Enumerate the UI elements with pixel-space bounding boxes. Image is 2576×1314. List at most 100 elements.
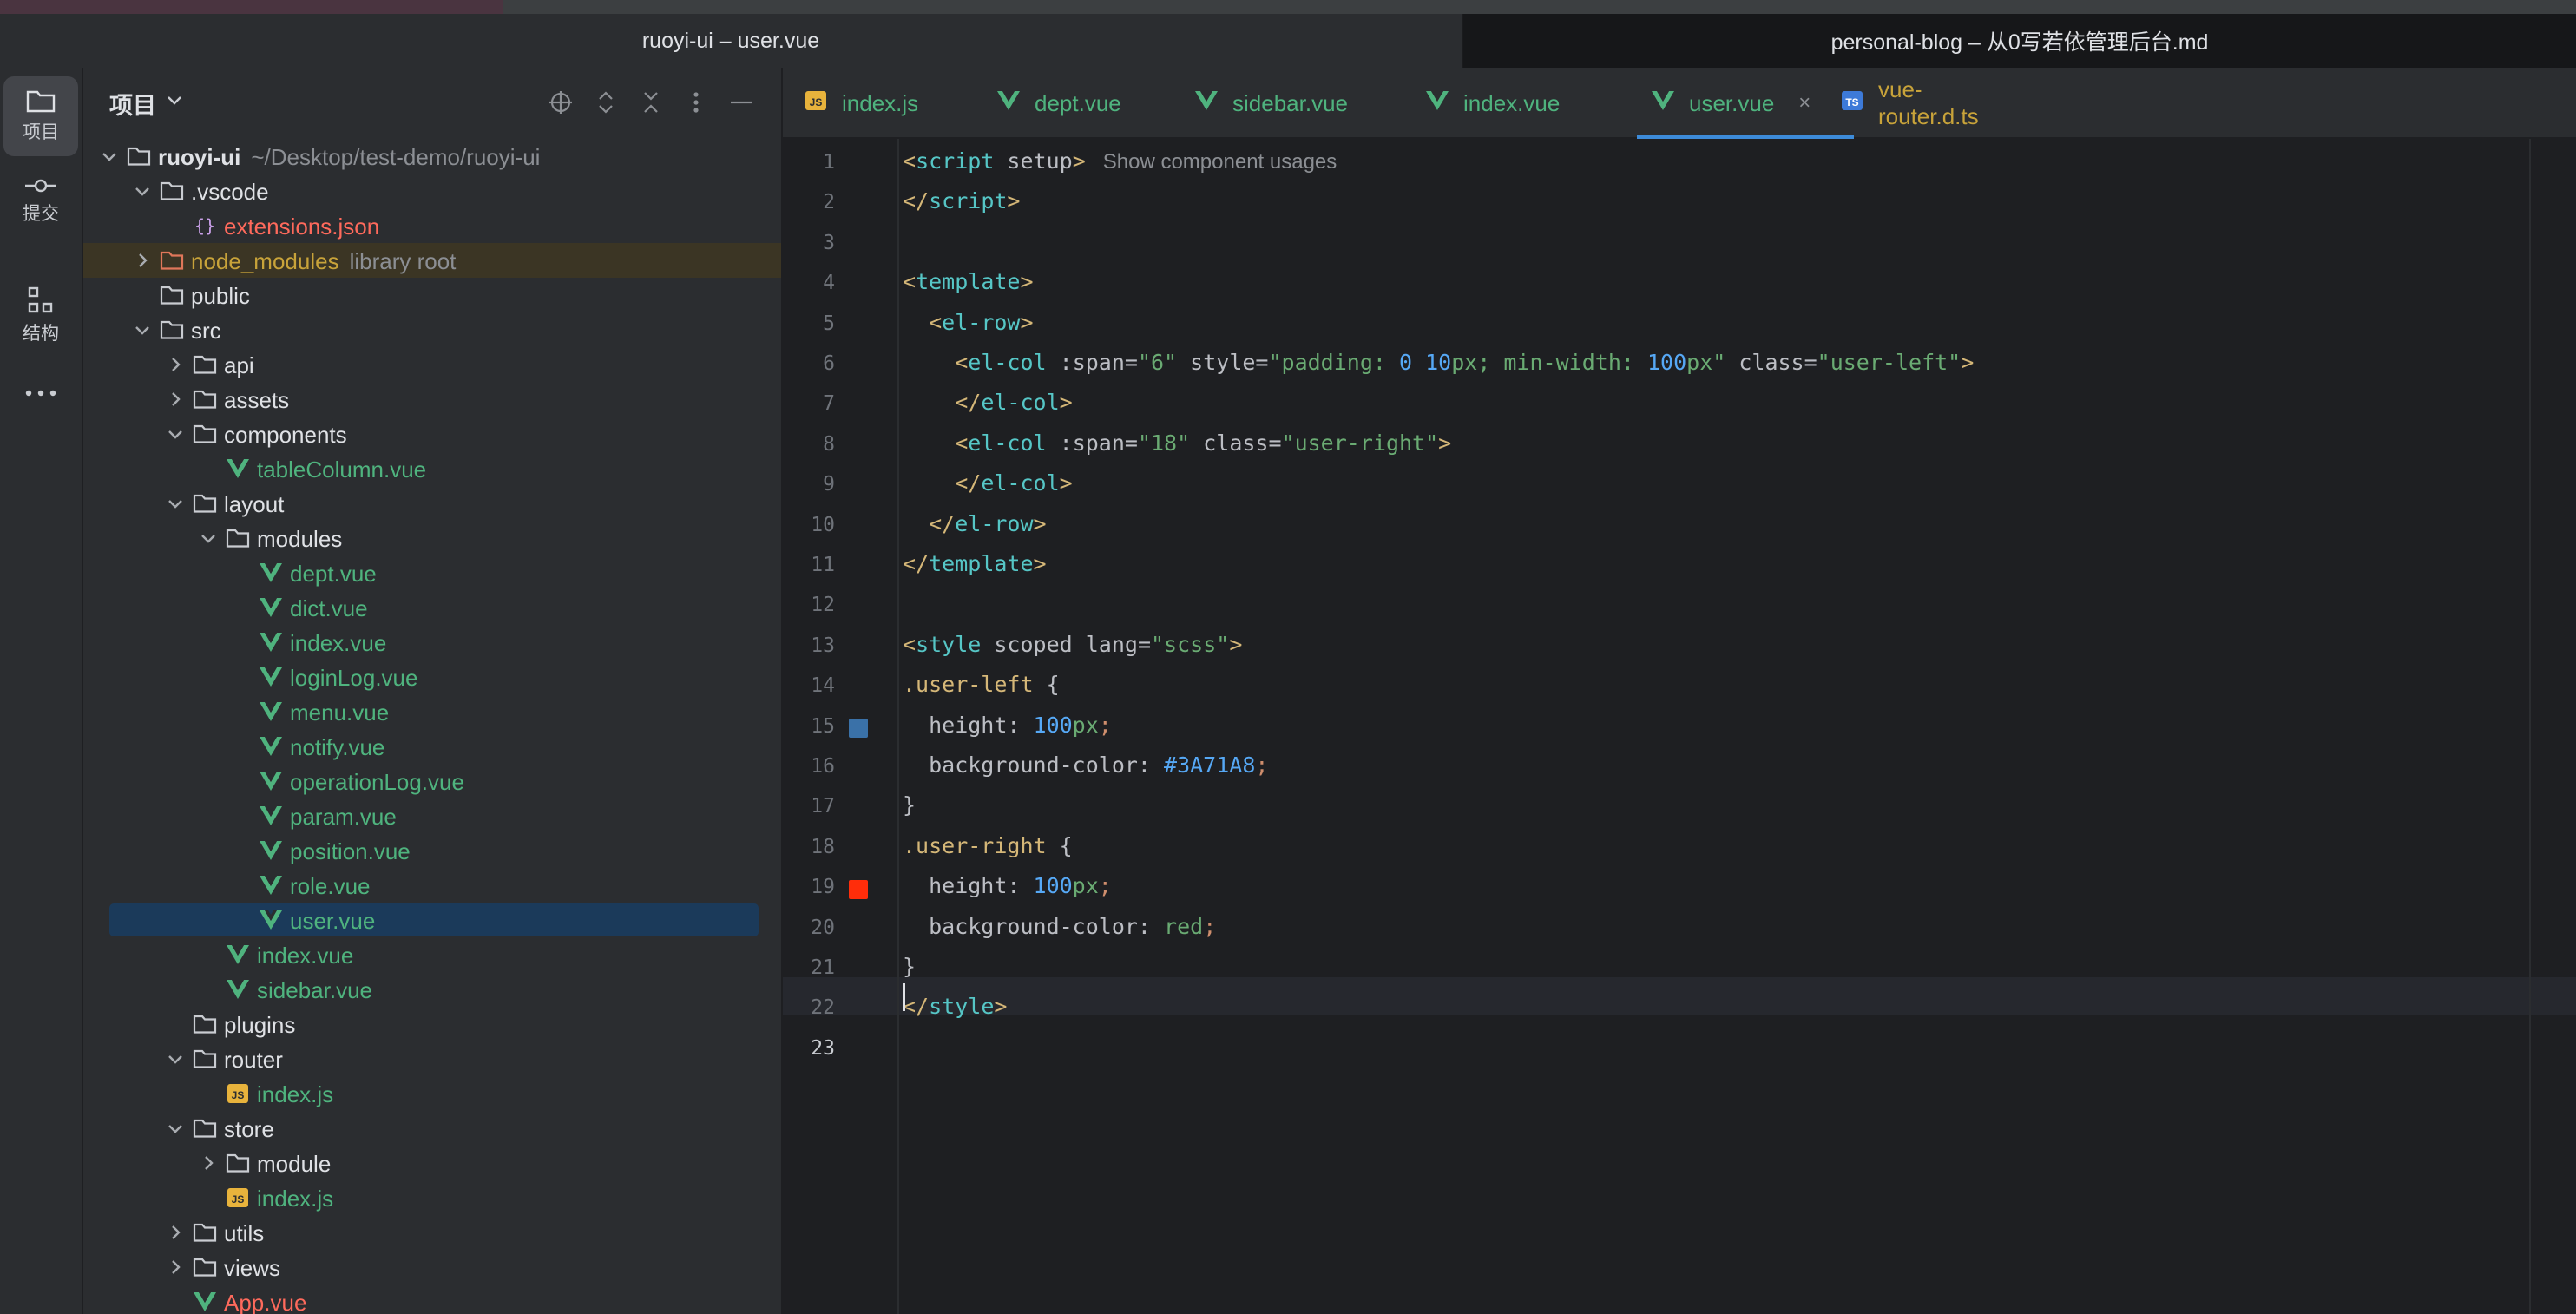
code-line[interactable]: <el-row> [903,304,1033,342]
tree-file[interactable]: operationLog.vue [83,764,781,798]
tree-folder[interactable]: .vscode [83,174,781,208]
chevron-down-icon[interactable] [132,319,153,340]
code-line[interactable]: </style> [903,988,1007,1026]
code-line[interactable]: .user-left { [903,666,1060,704]
window-tab-personal-blog[interactable]: personal-blog – 从0写若依管理后台.md [1463,14,2576,68]
tree-folder[interactable]: modules [83,521,781,555]
editor-tab[interactable]: user.vue × [1637,68,1854,139]
tree-file[interactable]: {} extensions.json [83,208,781,243]
chevron-down-icon[interactable] [198,528,219,549]
tree-folder[interactable]: router [83,1041,781,1076]
hide-icon[interactable] [726,87,757,118]
code-line[interactable]: </template> [903,545,1047,583]
tree-file[interactable]: role.vue [83,868,781,903]
code-line[interactable]: </el-col> [903,464,1072,503]
code-line[interactable]: background-color: red; [903,908,1216,946]
tree-file[interactable]: tableColumn.vue [83,451,781,486]
chevron-down-icon[interactable] [165,424,186,444]
tree-folder[interactable]: module [83,1146,781,1180]
editor-tab[interactable]: sidebar.vue [1180,68,1427,139]
tree-folder[interactable]: plugins [83,1007,781,1041]
chevron-down-icon[interactable] [165,493,186,514]
tree-file[interactable]: position.vue [83,833,781,868]
code-line[interactable]: background-color: #3A71A8; [903,746,1268,785]
code-line[interactable]: <el-col :span="6" style="padding: 0 10px… [903,344,1974,382]
tree-folder[interactable]: api [83,347,781,382]
code-line[interactable]: height: 100px; [903,867,1112,905]
code-line[interactable]: </el-col> [903,384,1072,422]
code-line[interactable]: <style scoped lang="scss"> [903,626,1242,664]
chevron-right-icon[interactable] [132,250,153,271]
tree-file[interactable]: sidebar.vue [83,972,781,1007]
code-line[interactable]: } [903,786,916,825]
tree-file[interactable]: index.vue [83,625,781,660]
tree-file[interactable]: loginLog.vue [83,660,781,694]
chevron-down-icon[interactable] [165,1048,186,1069]
editor-tab[interactable]: index.vue [1411,68,1653,139]
tree-folder[interactable]: ruoyi-ui ~/Desktop/test-demo/ruoyi-ui [83,139,781,174]
code-token: script [916,148,995,174]
chevron-right-icon[interactable] [165,1222,186,1243]
tree-folder[interactable]: store [83,1111,781,1146]
editor-tab[interactable]: dept.vue [982,68,1196,139]
code-line[interactable]: } [903,948,916,986]
tree-file[interactable]: App.vue [83,1284,781,1314]
chevron-right-icon[interactable] [165,354,186,375]
locate-icon[interactable] [545,87,576,118]
code-line[interactable]: <script setup> Show component usages [903,142,1337,181]
chevron-right-icon[interactable] [198,1153,219,1173]
tree-item-name: notify.vue [290,734,385,760]
tree-file[interactable]: JS index.js [83,1076,781,1111]
folder-icon [26,89,56,113]
close-icon[interactable]: × [1798,91,1810,115]
tree-folder[interactable]: components [83,417,781,451]
tree-folder[interactable]: public [83,278,781,312]
activity-project[interactable]: 项目 [3,76,78,156]
tree-folder[interactable]: assets [83,382,781,417]
code-line[interactable]: <template> [903,263,1034,301]
code-line[interactable]: </script> [903,182,1020,220]
chevron-right-icon[interactable] [165,1257,186,1278]
tree-file[interactable]: notify.vue [83,729,781,764]
tree-item-label: loginLog.vue [290,665,417,692]
code-line[interactable]: <el-col :span="18" class="user-right"> [903,424,1451,463]
activity-structure[interactable]: 结构 [3,276,78,356]
tree-folder[interactable]: src [83,312,781,347]
tree-file[interactable]: dict.vue [83,590,781,625]
tree-file[interactable]: dept.vue [83,555,781,590]
options-icon[interactable] [680,87,712,118]
chevron-down-icon[interactable] [132,181,153,201]
svg-text:JS: JS [232,1193,245,1206]
chevron-down-icon[interactable] [165,90,184,114]
code-editor[interactable]: 1 2 3 4 5 6 7 8 9 10 11 12 13 14 15 16 17 18 19 20 21 22 23 <s… [783,139,2576,1314]
tree-folder[interactable]: layout [83,486,781,521]
editor-tab[interactable]: TS vue-router.d.ts [1826,68,2003,139]
project-title[interactable]: 项目 [109,87,156,121]
folder-icon [193,1255,217,1279]
window-tab-ruoyi[interactable]: ruoyi-ui – user.vue [0,14,1463,68]
tree-file[interactable]: index.vue [83,937,781,972]
code-line[interactable]: </el-row> [903,505,1046,543]
chevron-down-icon[interactable] [99,146,120,167]
tree-file[interactable]: JS index.js [83,1180,781,1215]
expand-all-icon[interactable] [590,87,621,118]
editor-tab[interactable]: JS index.js [790,68,1000,139]
activity-commit[interactable]: 提交 [3,161,78,241]
code-token: < [955,430,969,456]
code-token: > [994,994,1008,1020]
tree-file[interactable]: user.vue [83,903,781,937]
color-swatch-red[interactable] [849,880,868,899]
chevron-right-icon[interactable] [165,389,186,410]
chevron-down-icon[interactable] [165,1118,186,1139]
tree-file[interactable]: param.vue [83,798,781,833]
tree-folder[interactable]: utils [83,1215,781,1250]
code-line[interactable]: height: 100px; [903,706,1112,745]
tree-folder[interactable]: node_modules library root [83,243,781,278]
tree-file[interactable]: menu.vue [83,694,781,729]
activity-more[interactable] [3,371,78,415]
code-hint[interactable]: Show component usages [1086,150,1337,174]
color-swatch-blue[interactable] [849,719,868,738]
tree-folder[interactable]: views [83,1250,781,1284]
collapse-all-icon[interactable] [635,87,667,118]
code-line[interactable]: .user-right { [903,827,1073,865]
